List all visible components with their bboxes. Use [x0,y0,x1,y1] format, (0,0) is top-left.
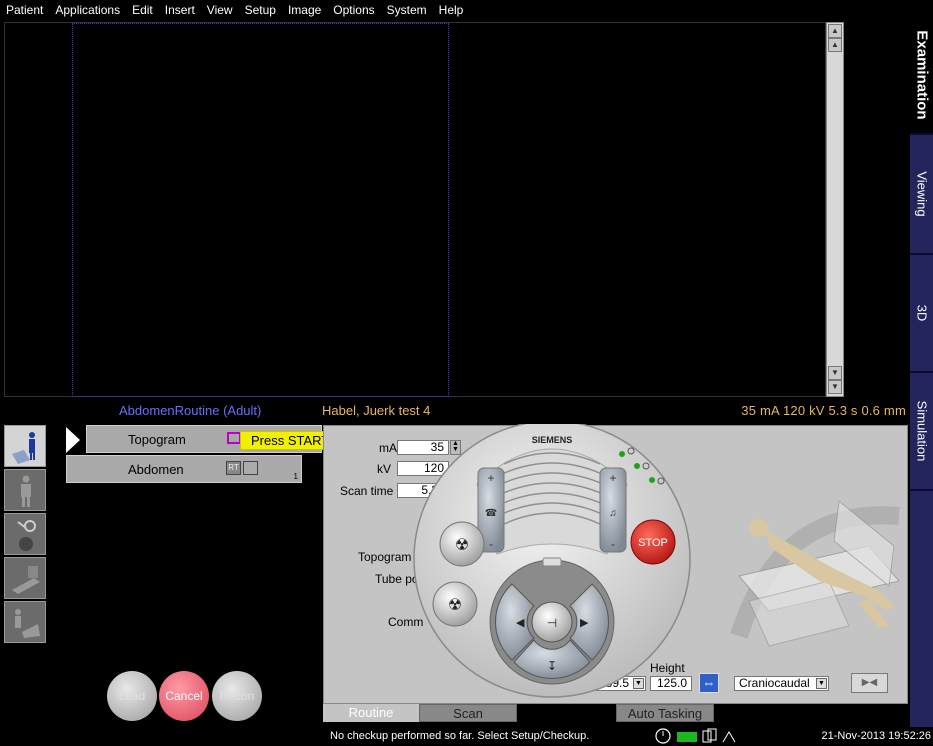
svg-text:-: - [489,537,493,551]
scan-time-label: Scan time [340,484,394,498]
scan-parameters: 35 mA 120 kV 5.3 s 0.6 mm [741,403,906,418]
svg-text:+: + [609,471,616,485]
topogram-viewport[interactable] [72,23,449,397]
tab-auto-tasking[interactable]: Auto Tasking [616,704,714,722]
task-card-tabs: Examination Viewing 3D Simulation [910,19,933,727]
svg-text:STOP: STOP [638,537,668,549]
menu-patient[interactable]: Patient [0,3,49,17]
swap-arrows-icon[interactable]: ⇔ [699,673,719,693]
step-forward-icon: ▶ [580,617,589,629]
patient-name: Habel, Juerk test 4 [322,403,431,418]
scroll-top-icon[interactable]: ▲ [828,24,842,38]
status-led-2 [634,463,640,469]
ma-label: mA [379,441,397,455]
scroll-up-icon[interactable]: ▲ [828,38,842,52]
scan-direction-dropdown[interactable]: Craniocaudal ▼ [734,676,829,691]
kv-label: kV [377,462,392,476]
menu-edit[interactable]: Edit [126,3,159,17]
table-down-icon: ↧ [547,659,557,673]
menu-options[interactable]: Options [327,3,380,17]
menu-system[interactable]: System [381,3,433,17]
table-home-icon: ⊣ [547,616,557,630]
topogram-status-box [227,432,241,444]
patient-position-graphic [730,500,900,647]
menu-insert[interactable]: Insert [159,3,201,17]
rt-badge: RT [226,461,241,475]
body-tool[interactable] [4,469,46,511]
status-datetime: 21-Nov-2013 19:52:26 [821,730,931,742]
scanner-table-icon [12,566,40,594]
patient-table-icon [12,432,35,464]
menu-setup[interactable]: Setup [239,3,282,17]
protocol-item-abdomen[interactable]: Abdomen 1 [66,455,302,483]
menu-help[interactable]: Help [433,3,470,17]
microphone-icon: ♫ [609,508,617,519]
table-tool[interactable] [4,557,46,599]
tab-viewing[interactable]: Viewing [910,133,933,253]
status-message: No checkup performed so far. Select Setu… [330,730,590,742]
info-strip: AbdomenRoutine (Adult) Habel, Juerk test… [0,400,910,420]
recon-button[interactable]: Recon [212,671,262,721]
topogram-length-label: Topogram [358,550,412,564]
brand-label: SIEMENS [532,435,573,445]
step-back-icon: ◀ [516,617,525,629]
protocol-name: AbdomenRoutine (Adult) [119,403,262,418]
antenna-icon [722,731,736,743]
svg-text:+: + [487,471,494,485]
item-index: 1 [293,472,298,481]
status-icons [655,728,736,744]
skip-to-end-icon[interactable]: ▶◀ [851,673,888,693]
scroll-down-icon[interactable]: ▼ [828,366,842,380]
parameter-tabs: Routine Scan Auto Tasking [323,704,908,722]
load-button[interactable]: Load [107,671,157,721]
person-icon [21,475,31,507]
menu-bar: Patient Applications Edit Insert View Se… [0,0,933,19]
speaker-icon: ☎ [485,508,497,519]
tab-3d[interactable]: 3D [910,253,933,371]
menu-applications[interactable]: Applications [49,3,126,17]
tab-filler [910,489,933,727]
radiation-icon: ☢ [448,597,462,614]
status-led-3 [649,477,655,483]
network-status-icon [677,732,697,742]
patient-model-tool[interactable] [4,425,46,467]
recon-tool[interactable] [4,601,46,643]
status-box [243,461,258,475]
contrast-tool[interactable] [4,513,46,555]
gantry-control-pad[interactable]: SIEMENS + - ☎ + - ♫ ☢ ☢ STOP ◀ ▶ ↧ ⊣ [412,424,692,702]
tab-simulation[interactable]: Simulation [910,371,933,489]
tab-scan[interactable]: Scan [419,704,517,722]
status-bar: No checkup performed so far. Select Setu… [0,727,933,746]
svg-text:-: - [611,537,615,551]
chevron-down-icon: ▼ [816,678,827,689]
tab-examination[interactable]: Examination [910,19,933,130]
contrast-icon [17,520,36,551]
menu-view[interactable]: View [201,3,239,17]
cancel-button[interactable]: Cancel [159,671,209,721]
status-led-1 [619,451,625,457]
current-step-pointer-icon [66,427,80,453]
viewer-scrollbar[interactable]: ▲ ▲ ▼ ▼ [826,22,844,397]
tab-routine[interactable]: Routine [323,704,419,722]
menu-image[interactable]: Image [282,3,327,17]
radiation-icon: ☢ [455,537,469,554]
scroll-bottom-icon[interactable]: ▼ [828,380,842,394]
recline-icon [15,609,40,638]
